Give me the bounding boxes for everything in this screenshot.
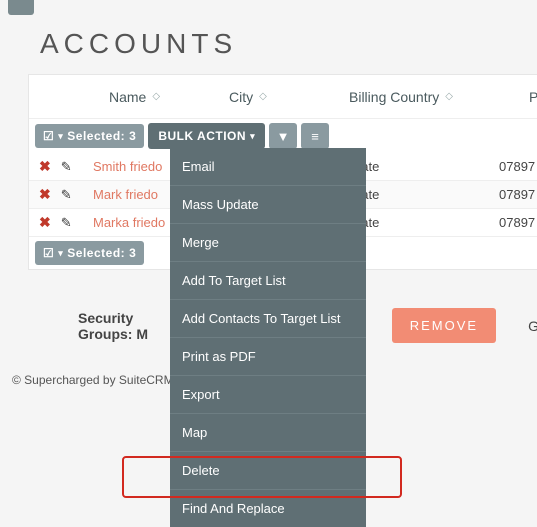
selected-pill[interactable]: ☑ ▾ Selected: 3	[35, 124, 144, 148]
dropdown-item-delete[interactable]: Delete	[170, 451, 366, 489]
columns-button[interactable]: ≡	[301, 123, 329, 149]
dropdown-item-merge[interactable]: Merge	[170, 223, 366, 261]
table-header: Name ◇ City ◇ Billing Country ◇ Phone	[29, 75, 537, 119]
sort-icon[interactable]: ◇	[259, 91, 267, 102]
delete-icon[interactable]: ✖	[39, 214, 51, 231]
filter-button[interactable]: ▼	[269, 123, 297, 149]
country-cell: State	[349, 159, 499, 174]
phone-cell: 07897	[499, 215, 537, 230]
security-groups-label: Security Groups: M	[78, 310, 180, 342]
edit-icon[interactable]: ✎	[61, 215, 72, 231]
check-icon: ☑	[43, 246, 54, 260]
dropdown-item-add-target-list[interactable]: Add To Target List	[170, 261, 366, 299]
check-icon: ☑	[43, 129, 54, 143]
selected-pill[interactable]: ☑ ▾ Selected: 3	[35, 241, 144, 265]
dropdown-item-find-replace[interactable]: Find And Replace	[170, 489, 366, 527]
phone-cell: 07897	[499, 159, 537, 174]
col-phone-label[interactable]: Phone	[529, 89, 537, 105]
country-cell: State	[349, 215, 499, 230]
selected-label: Selected:	[67, 246, 125, 260]
selected-count: 3	[129, 246, 136, 260]
bulk-action-button[interactable]: BULK ACTION ▾	[148, 123, 265, 149]
footer-credit: © Supercharged by SuiteCRM	[12, 373, 174, 387]
dropdown-item-print-pdf[interactable]: Print as PDF	[170, 337, 366, 375]
sort-icon[interactable]: ◇	[152, 91, 160, 102]
bulk-action-label: BULK ACTION	[158, 129, 246, 143]
col-country-label[interactable]: Billing Country	[349, 89, 439, 105]
caret-down-icon: ▾	[58, 131, 63, 142]
delete-icon[interactable]: ✖	[39, 186, 51, 203]
funnel-icon: ▼	[277, 129, 290, 144]
dropdown-item-map[interactable]: Map	[170, 413, 366, 451]
dropdown-item-export[interactable]: Export	[170, 375, 366, 413]
sort-icon[interactable]: ◇	[445, 91, 453, 102]
dropdown-item-email[interactable]: Email	[170, 148, 366, 185]
selected-label: Selected:	[67, 129, 125, 143]
delete-icon[interactable]: ✖	[39, 158, 51, 175]
phone-cell: 07897	[499, 187, 537, 202]
col-city-label[interactable]: City	[229, 89, 253, 105]
selected-count: 3	[129, 129, 136, 143]
dropdown-item-mass-update[interactable]: Mass Update	[170, 185, 366, 223]
top-widget[interactable]	[8, 0, 34, 15]
dropdown-item-add-contacts-target-list[interactable]: Add Contacts To Target List	[170, 299, 366, 337]
remove-button[interactable]: REMOVE	[392, 308, 496, 343]
edit-icon[interactable]: ✎	[61, 159, 72, 175]
caret-down-icon: ▾	[250, 131, 255, 142]
page-title: ACCOUNTS	[40, 28, 237, 60]
col-name-label[interactable]: Name	[109, 89, 146, 105]
group-label: Group	[528, 318, 537, 334]
bulk-action-dropdown: Email Mass Update Merge Add To Target Li…	[170, 148, 366, 527]
list-icon: ≡	[311, 129, 319, 144]
caret-down-icon: ▾	[58, 248, 63, 259]
edit-icon[interactable]: ✎	[61, 187, 72, 203]
country-cell: State	[349, 187, 499, 202]
